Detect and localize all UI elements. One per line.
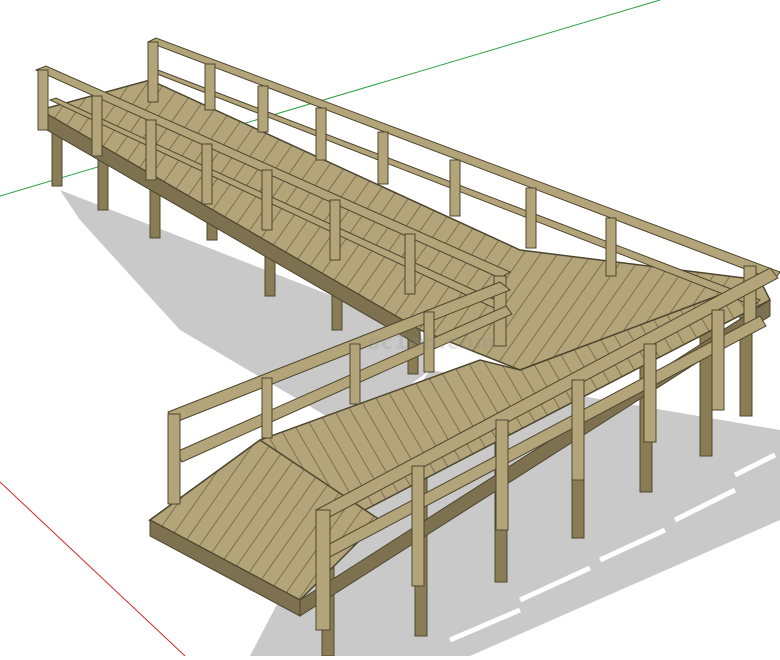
boardwalk-drawing bbox=[0, 0, 780, 657]
boardwalk-scene: sc1ab.com bbox=[0, 0, 780, 657]
red-axis-line bbox=[0, 481, 186, 657]
